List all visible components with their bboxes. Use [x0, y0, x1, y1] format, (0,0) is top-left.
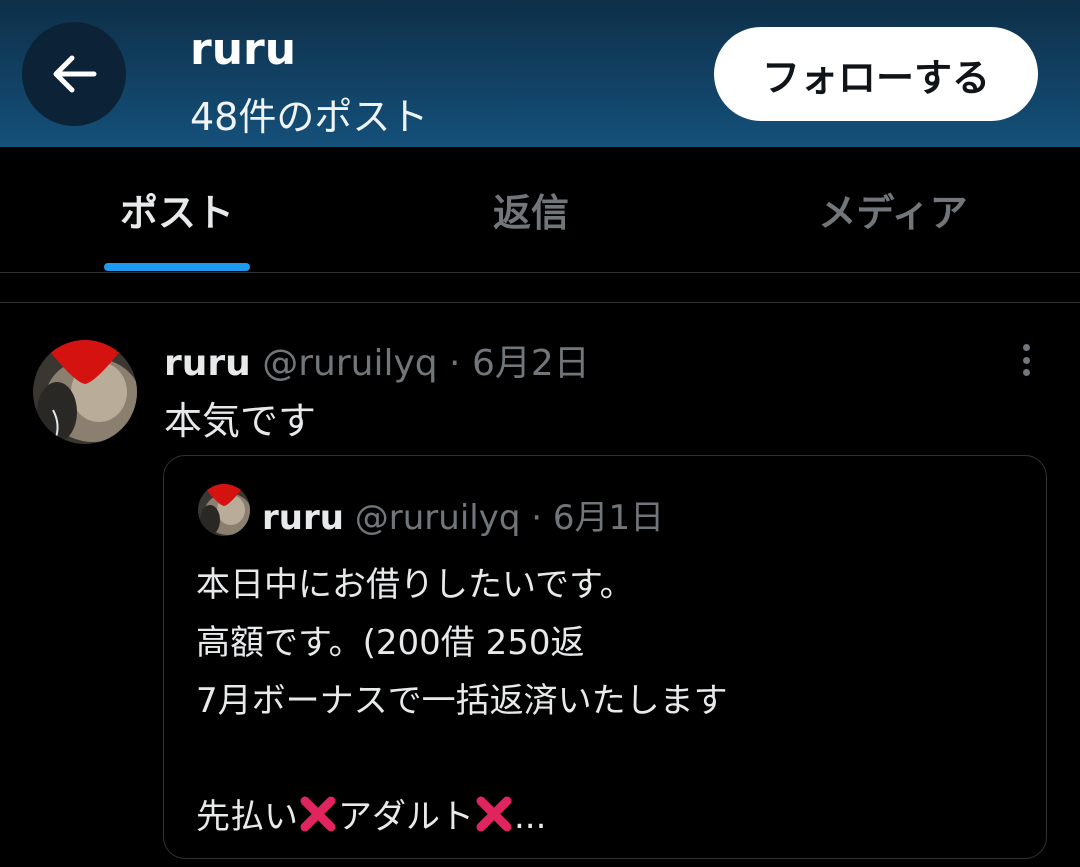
tab-replies[interactable]: 返信 [394, 147, 668, 272]
quoted-line [196, 730, 728, 788]
quoted-last-part2: アダルト [338, 797, 474, 837]
quoted-line: 本日中にお借りしたいです。 [196, 565, 634, 605]
arrow-left-icon [53, 55, 97, 93]
active-tab-indicator [104, 263, 250, 271]
post-text: 本気です [164, 399, 317, 443]
tab-media[interactable]: メディア [756, 147, 1030, 272]
quoted-avatar [198, 484, 250, 536]
quoted-header: ruru @ruruilyq · 6月1日 [262, 490, 664, 539]
quoted-last-line: 先払い アダルト... [196, 788, 728, 846]
quoted-display-name: ruru [262, 498, 344, 538]
post-count: 48件のポスト [190, 95, 429, 139]
quoted-text: 本日中にお借りしたいです。 高額です。(200借 250返 7月ボーナスで一括返… [196, 556, 728, 846]
tab-posts[interactable]: ポスト [40, 147, 314, 272]
header-name: ruru [190, 24, 297, 75]
avatar[interactable] [33, 340, 137, 444]
profile-header: ruru 48件のポスト フォローする [0, 0, 1080, 147]
timeline-divider [0, 302, 1080, 303]
post-display-name[interactable]: ruru [164, 343, 251, 384]
cross-mark-icon [476, 796, 512, 832]
post-header: ruru @ruruilyq · 6月2日 [164, 334, 590, 386]
follow-button[interactable]: フォローする [714, 27, 1038, 121]
back-button[interactable] [22, 22, 126, 126]
profile-tabs: ポスト 返信 メディア [0, 147, 1080, 273]
quoted-line: 7月ボーナスで一括返済いたします [196, 681, 728, 721]
quoted-post[interactable]: ruru @ruruilyq · 6月1日 本日中にお借りしたいです。 高額です… [163, 455, 1047, 859]
quoted-last-part3: ... [514, 797, 547, 837]
quoted-handle-date: @ruruilyq · 6月1日 [354, 498, 665, 538]
more-vertical-icon[interactable] [1008, 340, 1044, 380]
quoted-line: 高額です。(200借 250返 [196, 623, 585, 663]
cross-mark-icon [300, 796, 336, 832]
quoted-last-part1: 先払い [196, 797, 298, 837]
post-handle-date[interactable]: @ruruilyq · 6月2日 [262, 343, 590, 384]
